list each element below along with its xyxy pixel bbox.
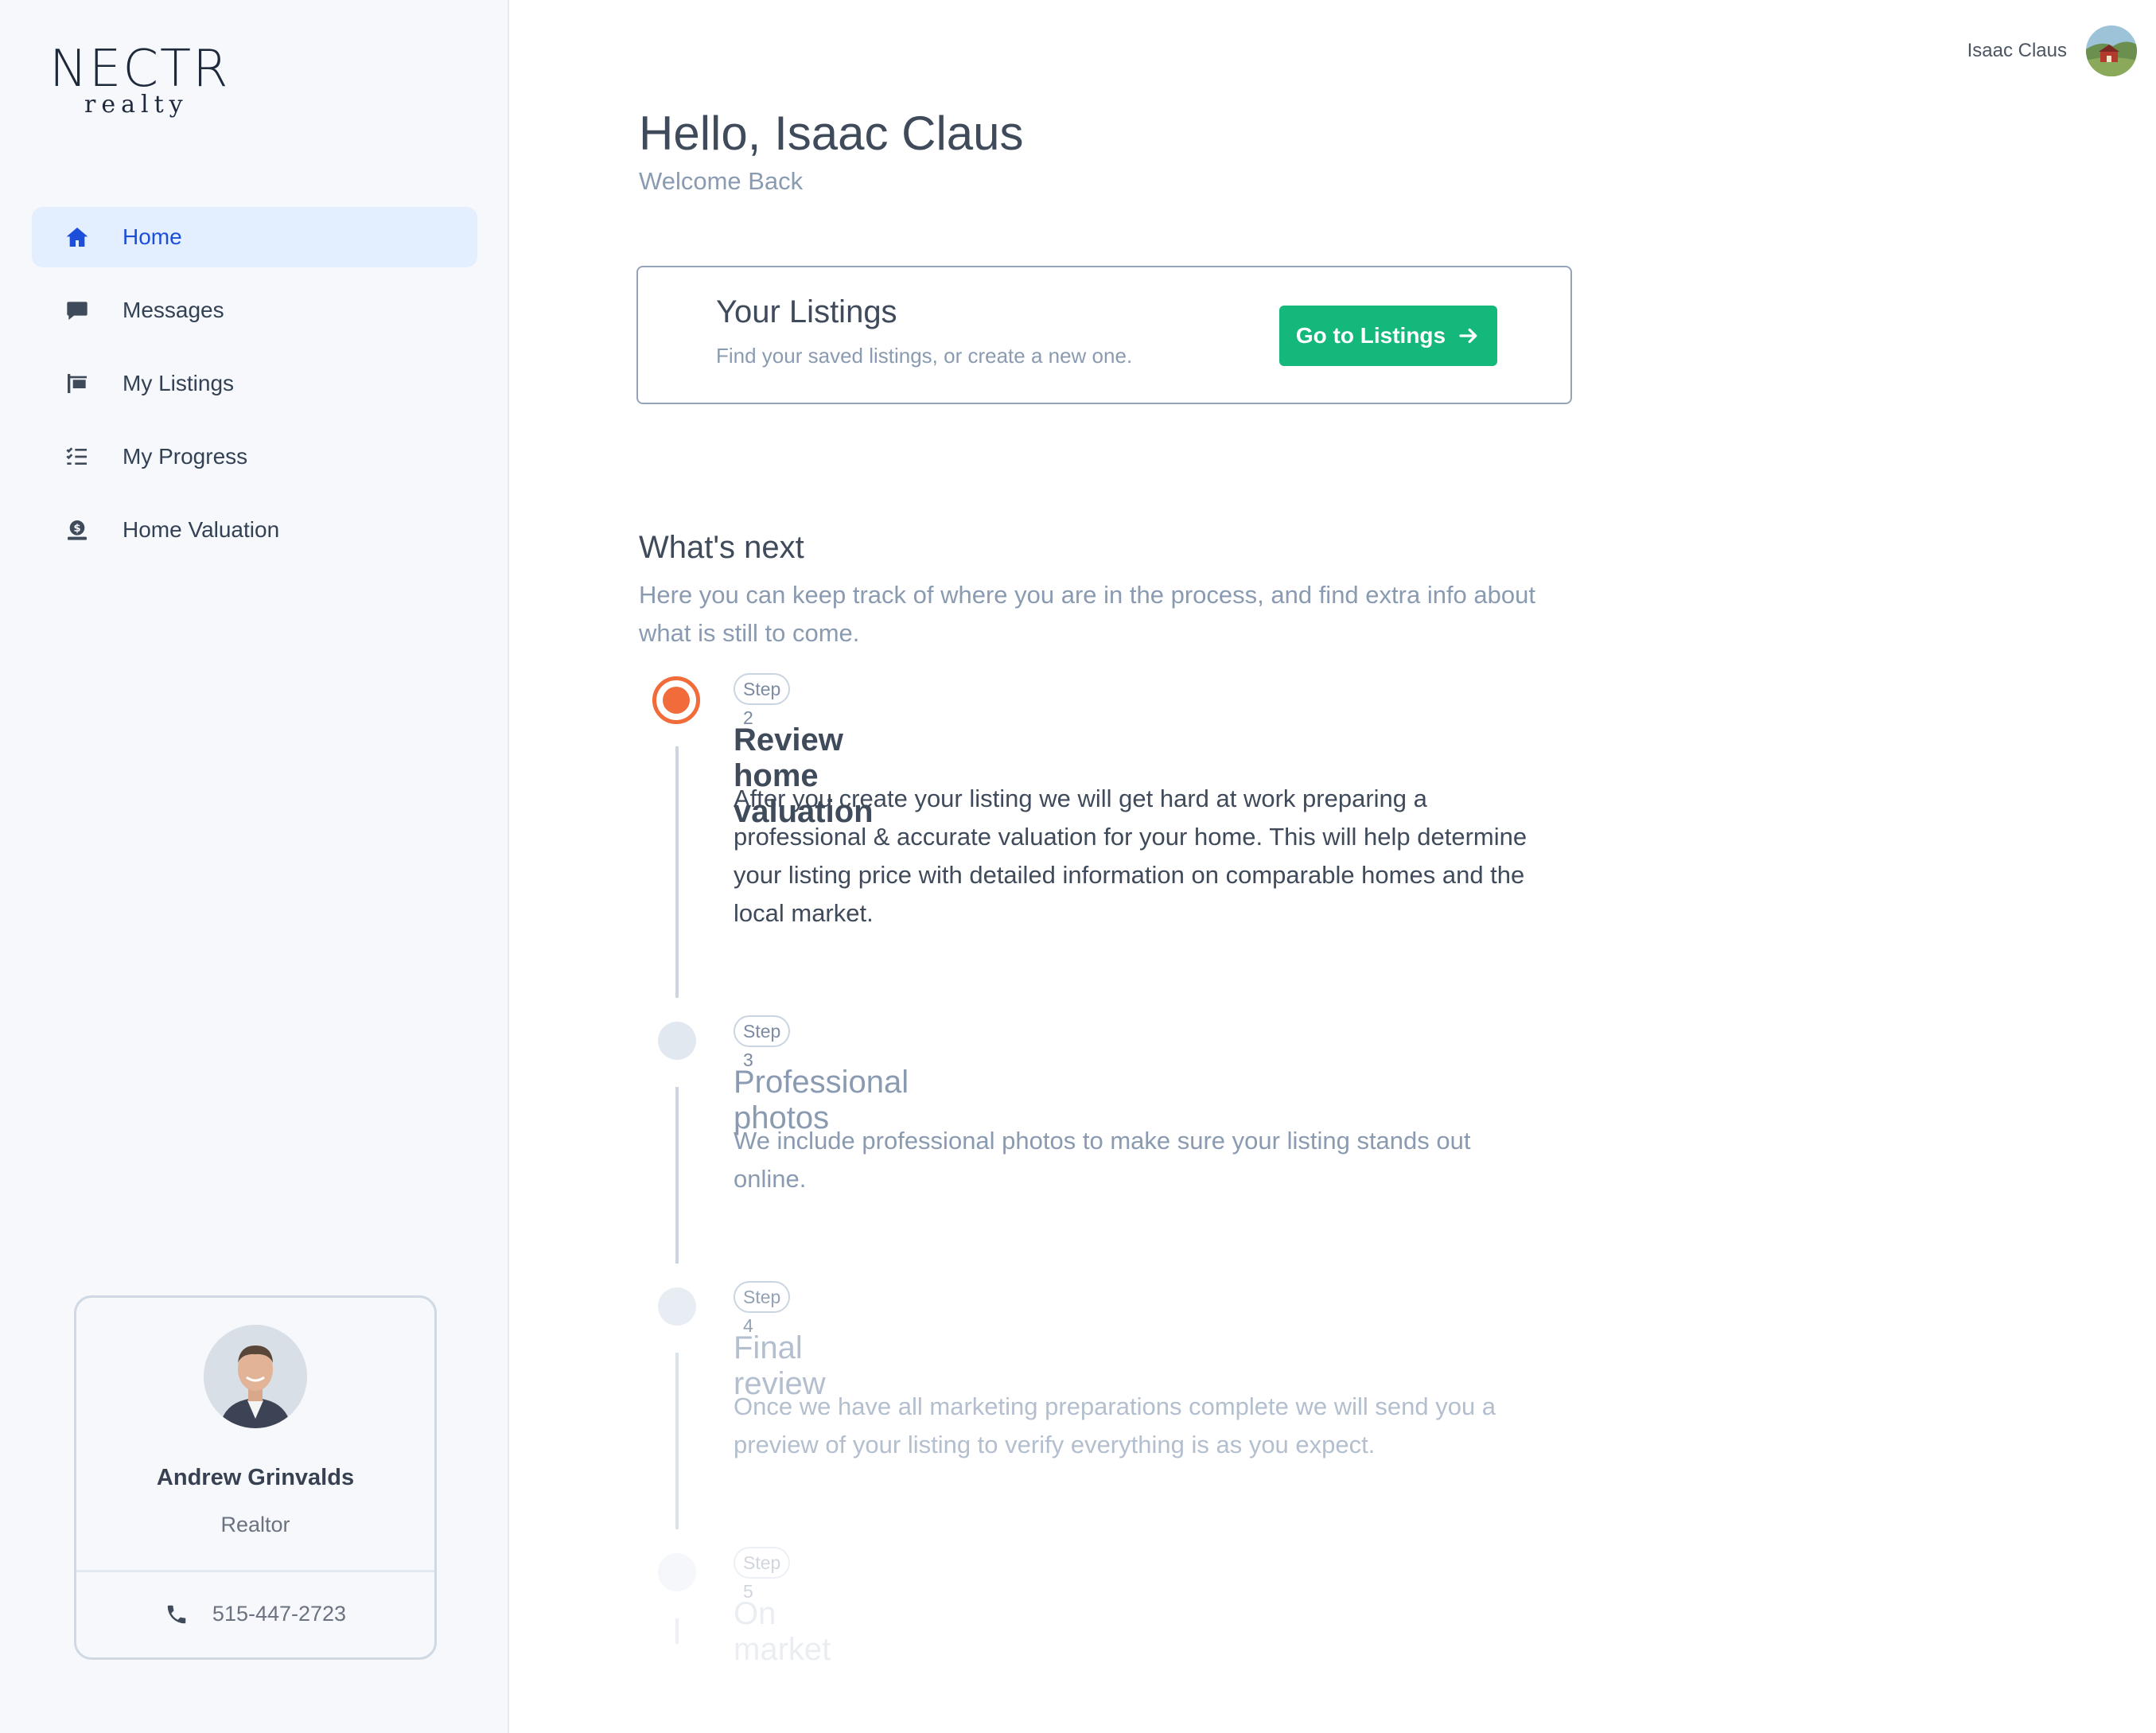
valuation-icon: $	[64, 516, 91, 543]
sidebar-item-home-valuation[interactable]: $ Home Valuation	[32, 500, 477, 560]
chat-bubble-icon	[64, 297, 91, 324]
svg-text:$: $	[73, 523, 80, 535]
phone-icon	[167, 1605, 186, 1623]
step-description: After you create your listing we will ge…	[734, 785, 1527, 927]
user-name: Isaac Claus	[1967, 40, 2067, 61]
user-menu[interactable]: Isaac Claus	[1967, 25, 2137, 76]
sidebar-item-home[interactable]: Home	[32, 207, 477, 267]
upcoming-step-indicator	[658, 1287, 696, 1326]
home-icon	[64, 224, 91, 251]
section-title: What's next	[639, 530, 804, 565]
step-description: Once we have all marketing preparations …	[734, 1392, 1496, 1458]
divider	[76, 1570, 434, 1572]
upcoming-step-indicator	[658, 1553, 696, 1591]
logo-subtitle: realty	[84, 91, 189, 119]
checklist-icon	[64, 443, 91, 470]
agent-phone-link[interactable]: 515-447-2723	[76, 1602, 434, 1626]
arrow-right-icon	[1459, 328, 1477, 344]
sidebar-item-my-progress[interactable]: My Progress	[32, 426, 477, 487]
listings-card-title: Your Listings	[716, 294, 897, 329]
step-badge: Step 2	[734, 673, 791, 728]
agent-name: Andrew Grinvalds	[156, 1465, 355, 1490]
sidebar-item-label: My Listings	[123, 371, 235, 395]
nectr-logo[interactable]: NECTR realty	[49, 41, 228, 121]
sidebar-item-label: Home Valuation	[123, 517, 280, 542]
go-to-listings-button[interactable]: Go to Listings	[1279, 306, 1497, 366]
step-badge: Step 5	[734, 1547, 791, 1602]
sidebar: NECTR realty Home Messages My Listings M…	[0, 0, 509, 1733]
listings-card-subtitle: Find your saved listings, or create a ne…	[716, 344, 1133, 368]
sidebar-item-label: My Progress	[123, 444, 248, 469]
sidebar-item-label: Home	[123, 224, 182, 249]
page-subtitle: Welcome Back	[639, 167, 804, 195]
timeline-connector	[675, 1353, 679, 1529]
user-avatar[interactable]	[2086, 25, 2137, 76]
agent-role: Realtor	[220, 1513, 290, 1536]
sidebar-item-messages[interactable]: Messages	[32, 280, 477, 341]
current-step-indicator	[652, 676, 700, 724]
agent-card: Andrew Grinvalds Realtor 515-447-2723	[74, 1295, 437, 1660]
timeline-connector	[675, 1087, 679, 1264]
timeline-connector	[675, 746, 679, 998]
step-title: On market	[734, 1596, 831, 1667]
go-to-listings-label: Go to Listings	[1295, 323, 1446, 348]
upcoming-step-indicator	[658, 1022, 696, 1060]
sidebar-item-my-listings[interactable]: My Listings	[32, 353, 477, 414]
sidebar-nav: Home Messages My Listings My Progress $ …	[32, 207, 477, 573]
section-subtitle: Here you can keep track of where you are…	[639, 581, 1535, 647]
agent-avatar	[204, 1325, 307, 1428]
sidebar-item-label: Messages	[123, 298, 224, 322]
sign-post-icon	[64, 370, 91, 397]
step-badge: Step 4	[734, 1281, 791, 1336]
page-title: Hello, Isaac Claus	[639, 107, 1024, 160]
listings-card: Your Listings Find your saved listings, …	[636, 266, 1572, 404]
logo-wordmark: NECTR	[49, 40, 230, 99]
step-badge: Step 3	[734, 1015, 791, 1070]
step-description: We include professional photos to make s…	[734, 1127, 1471, 1193]
agent-phone-number: 515-447-2723	[212, 1602, 347, 1626]
timeline-connector	[675, 1618, 679, 1644]
